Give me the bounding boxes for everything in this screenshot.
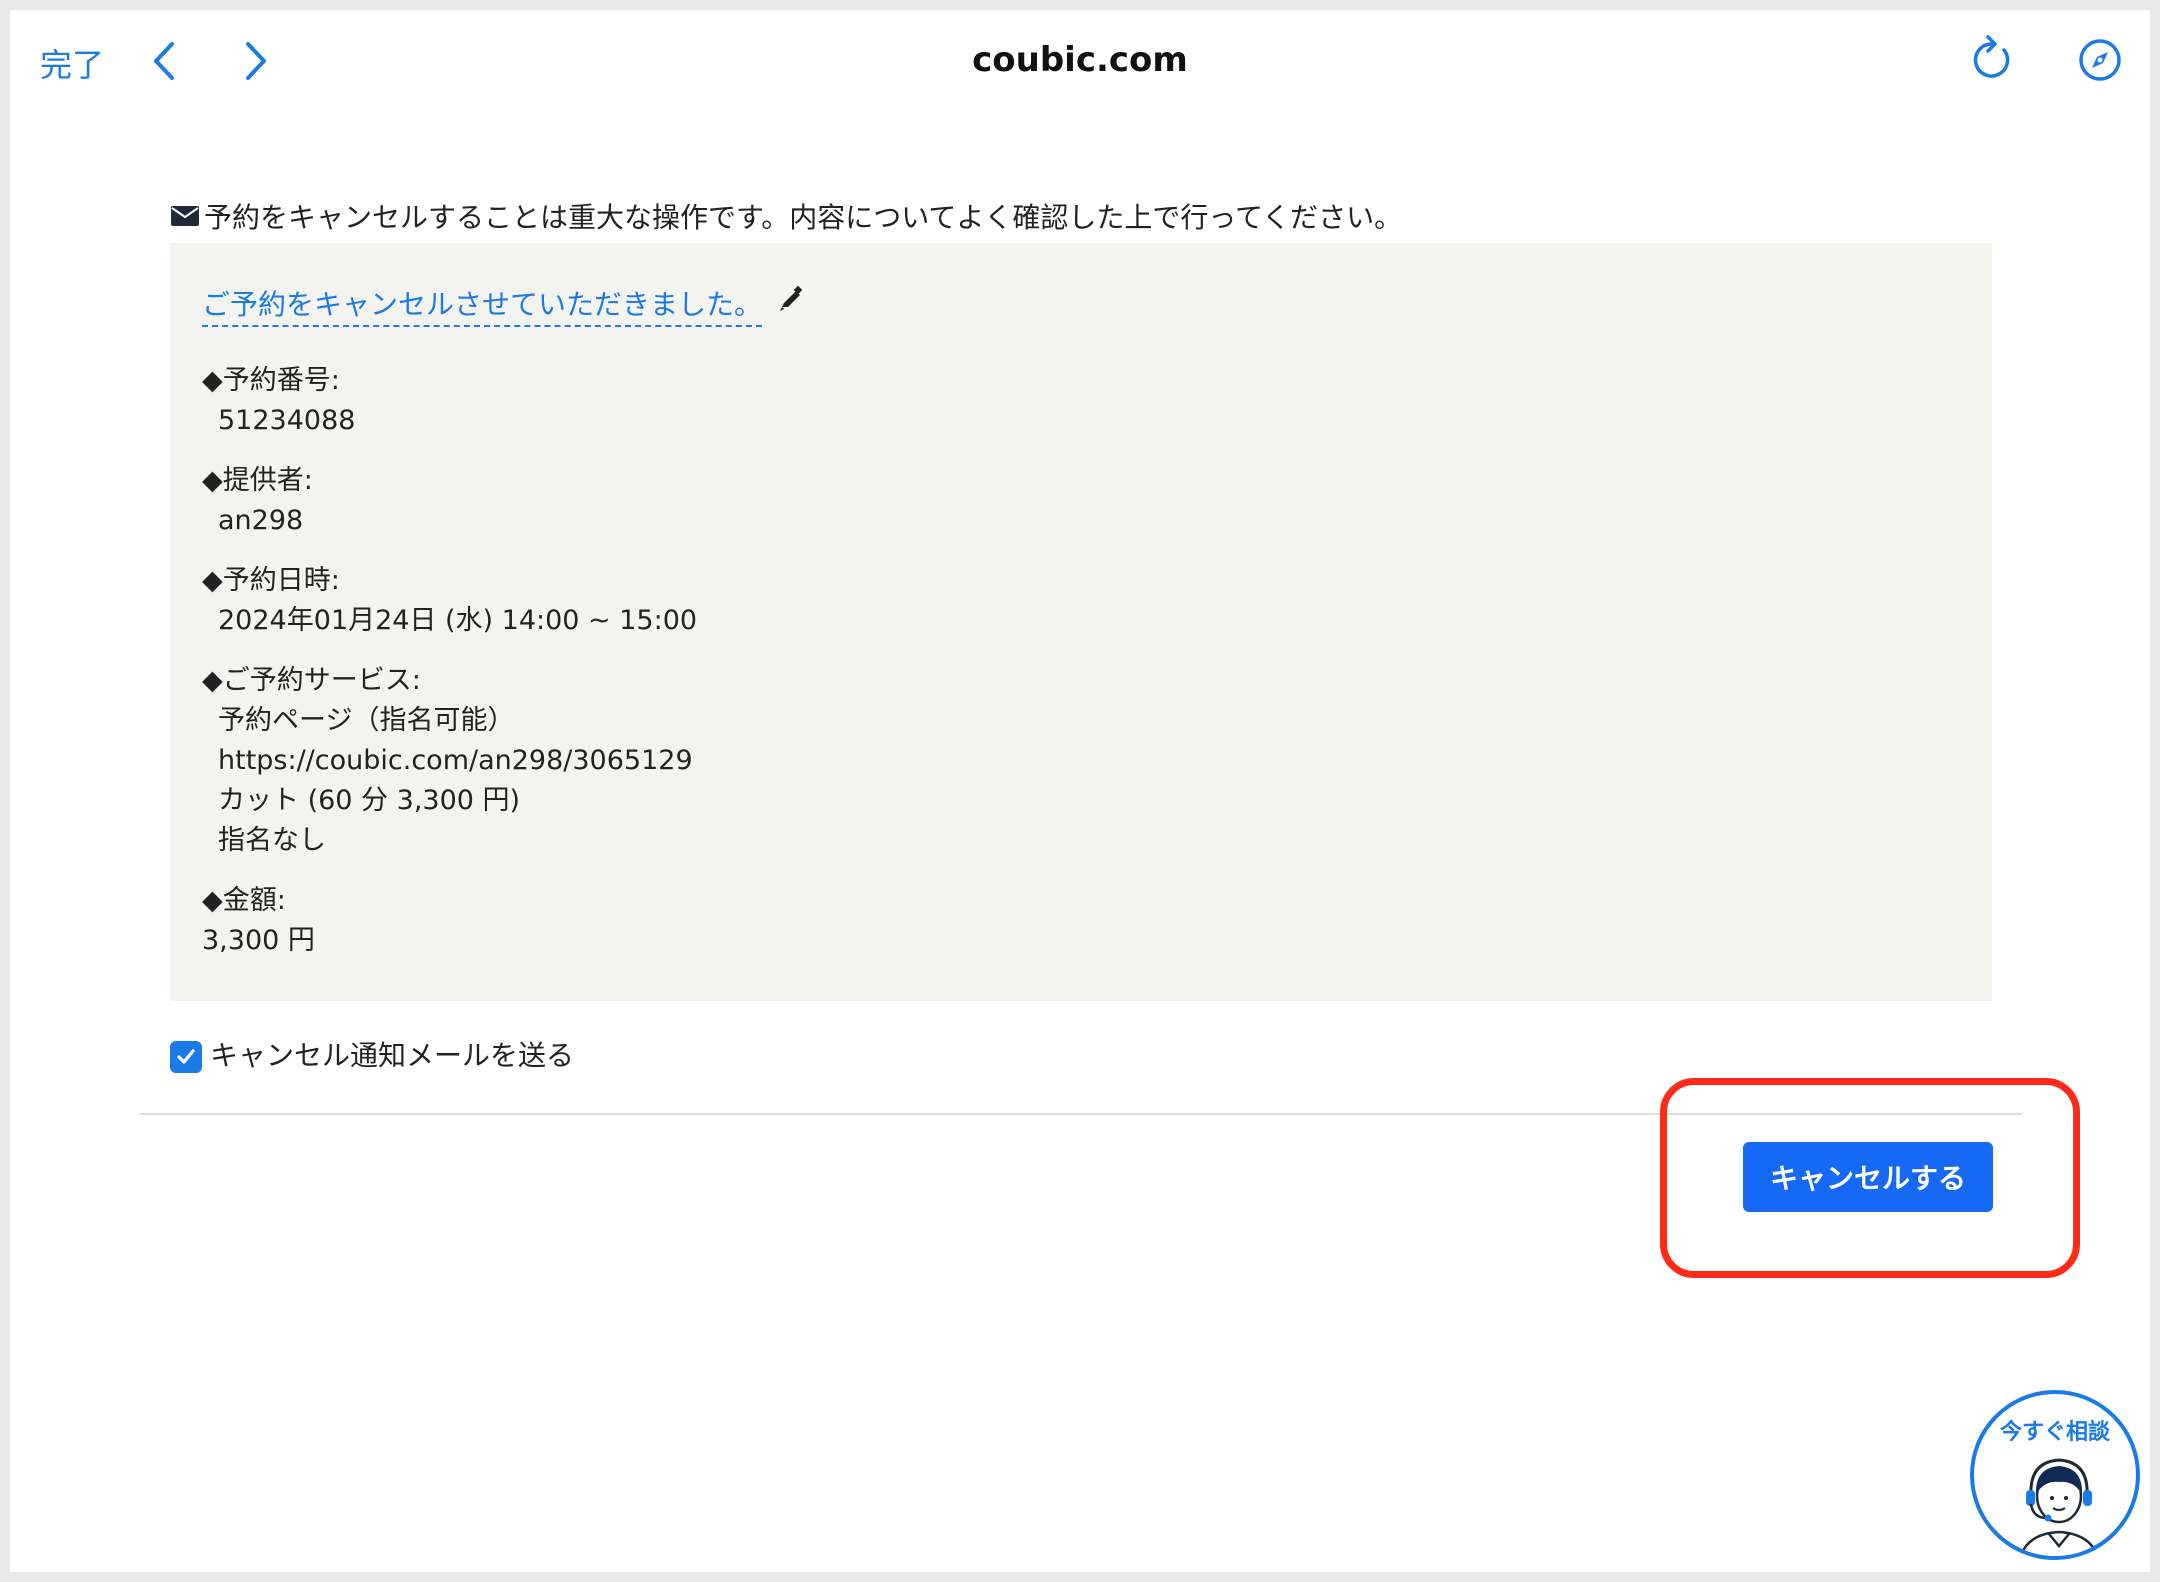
compass-icon[interactable] [2076,32,2124,84]
service-line: 指名なし [218,825,326,856]
chat-support-widget[interactable]: 今すぐ相談 [1970,1390,2140,1560]
service-line: https://coubic.com/an298/3065129 [218,745,693,776]
notify-email-option[interactable]: キャンセル通知メールを送る [170,1034,574,1074]
reservation-number-value: 51234088 [218,405,356,436]
reservation-number-label: ◆予約番号: [202,365,340,396]
cancel-reservation-button[interactable]: キャンセルする [1743,1142,1993,1212]
checkmark-icon [177,1049,195,1064]
service-line: カット (60 分 3,300 円) [218,785,521,816]
amount-value: 3,300 円 [202,925,315,956]
email-preview-panel: ご予約をキャンセルさせていただきました。 ◆予約番号: 51234088 ◆提供… [170,243,1992,1001]
reservation-details: ◆予約番号: 51234088 ◆提供者: an298 ◆予約日時: 2024年… [202,361,697,981]
provider-group: ◆提供者: an298 [202,461,697,541]
browser-frame: 完了 coubic.com 予約をキャンセルすることは重大な操作です。内容につい… [10,10,2150,1572]
notify-label[interactable]: キャンセル通知メールを送る [210,1034,574,1074]
service-group: ◆ご予約サービス: 予約ページ（指名可能） https://coubic.com… [202,661,697,861]
page-title: coubic.com [972,40,1188,80]
support-agent-icon [2019,1458,2099,1556]
datetime-group: ◆予約日時: 2024年01月24日 (水) 14:00 ~ 15:00 [202,561,697,641]
chat-label: 今すぐ相談 [1999,1420,2110,1445]
pencil-icon[interactable] [776,285,804,313]
notice-text: 予約をキャンセルすることは重大な操作です。内容についてよく確認した上で行ってくだ… [204,201,1403,234]
email-subject-link[interactable]: ご予約をキャンセルさせていただきました。 [202,283,763,327]
amount-group: ◆金額: 3,300 円 [202,881,697,961]
envelope-icon [171,206,199,226]
datetime-value: 2024年01月24日 (水) 14:00 ~ 15:00 [218,605,698,636]
amount-label: ◆金額: [202,885,286,916]
datetime-label: ◆予約日時: [202,565,340,596]
notify-checkbox[interactable] [170,1041,202,1073]
provider-value: an298 [218,505,304,536]
top-navigation-bar: 完了 coubic.com [10,10,2150,110]
reservation-number-group: ◆予約番号: 51234088 [202,361,697,441]
reload-icon[interactable] [1968,32,2016,84]
service-label: ◆ご予約サービス: [202,665,421,696]
service-line: 予約ページ（指名可能） [218,705,515,736]
provider-label: ◆提供者: [202,465,313,496]
warning-notice: 予約をキャンセルすることは重大な操作です。内容についてよく確認した上で行ってくだ… [170,196,1402,236]
